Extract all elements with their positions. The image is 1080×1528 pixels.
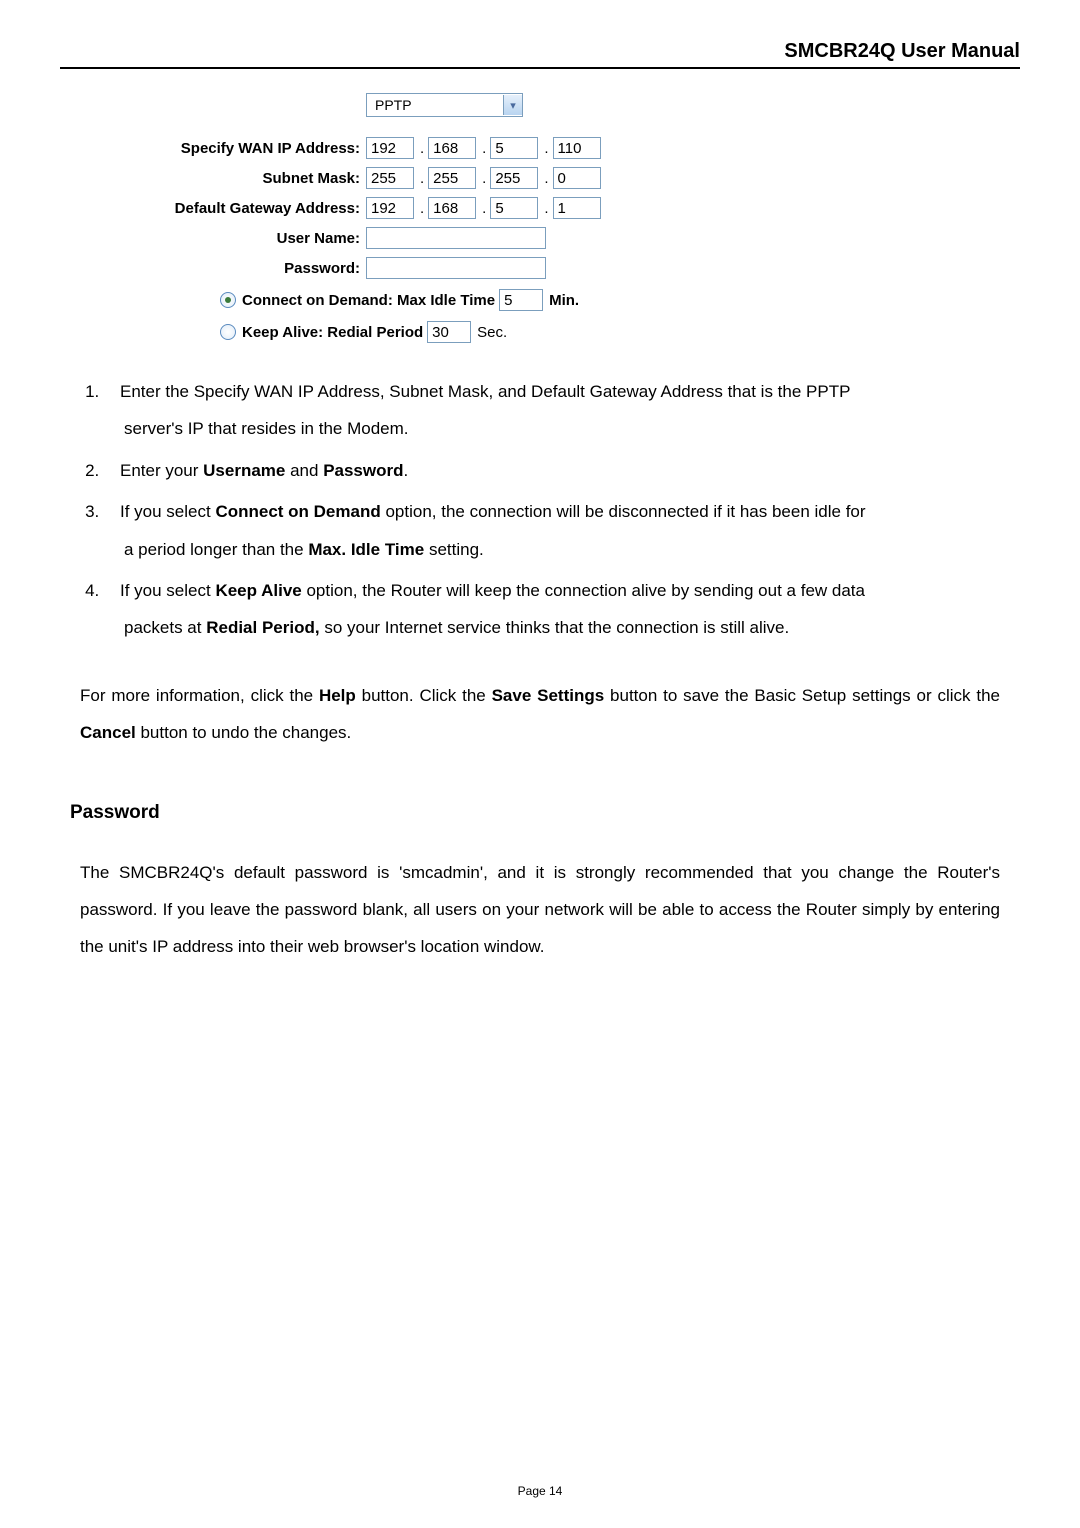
gateway-label: Default Gateway Address: <box>100 200 366 217</box>
wan-ip-octet3[interactable]: 5 <box>490 137 538 159</box>
connect-on-demand-label: Connect on Demand: Max Idle Time <box>242 292 495 309</box>
instruction-list: Enter the Specify WAN IP Address, Subnet… <box>80 373 1000 647</box>
pptp-form-screenshot: PPTP ▾ Specify WAN IP Address: 192. 168.… <box>100 93 1020 343</box>
idle-unit: Min. <box>549 292 579 309</box>
gateway-octet3[interactable]: 5 <box>490 197 538 219</box>
username-input[interactable] <box>366 227 546 249</box>
manual-title: SMCBR24Q User Manual <box>784 40 1020 62</box>
connect-on-demand-radio[interactable] <box>220 292 236 308</box>
step-3: If you select Connect on Demand option, … <box>104 493 1000 568</box>
protocol-select[interactable]: PPTP ▾ <box>366 93 523 117</box>
subnet-label: Subnet Mask: <box>100 170 366 187</box>
max-idle-time-input[interactable]: 5 <box>499 289 543 311</box>
password-input[interactable] <box>366 257 546 279</box>
password-body: The SMCBR24Q's default password is 'smca… <box>80 854 1000 966</box>
protocol-selected-value: PPTP <box>367 97 503 113</box>
subnet-octet4[interactable]: 0 <box>553 167 601 189</box>
step-4: If you select Keep Alive option, the Rou… <box>104 572 1000 647</box>
gateway-octet2[interactable]: 168 <box>428 197 476 219</box>
wan-ip-label: Specify WAN IP Address: <box>100 140 366 157</box>
subnet-octet3[interactable]: 255 <box>490 167 538 189</box>
redial-period-input[interactable]: 30 <box>427 321 471 343</box>
info-paragraph: For more information, click the Help but… <box>80 677 1000 752</box>
wan-ip-octet4[interactable]: 110 <box>553 137 601 159</box>
username-label: User Name: <box>100 230 366 247</box>
step-1: Enter the Specify WAN IP Address, Subnet… <box>104 373 1000 448</box>
keep-alive-radio[interactable] <box>220 324 236 340</box>
page-number: Page 14 <box>0 1484 1080 1498</box>
wan-ip-octet1[interactable]: 192 <box>366 137 414 159</box>
password-label: Password: <box>100 260 366 277</box>
chevron-down-icon: ▾ <box>503 95 522 115</box>
password-heading: Password <box>70 802 1000 824</box>
subnet-octet2[interactable]: 255 <box>428 167 476 189</box>
redial-unit: Sec. <box>477 324 507 341</box>
keep-alive-label: Keep Alive: Redial Period <box>242 324 423 341</box>
gateway-octet1[interactable]: 192 <box>366 197 414 219</box>
wan-ip-octet2[interactable]: 168 <box>428 137 476 159</box>
subnet-octet1[interactable]: 255 <box>366 167 414 189</box>
gateway-octet4[interactable]: 1 <box>553 197 601 219</box>
page-header: SMCBR24Q User Manual <box>60 40 1020 69</box>
step-2: Enter your Username and Password. <box>104 452 1000 489</box>
